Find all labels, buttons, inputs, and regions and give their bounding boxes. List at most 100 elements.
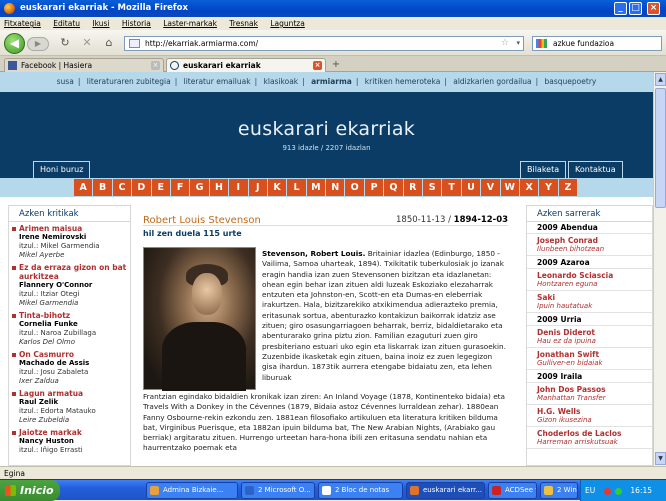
letter-a[interactable]: A [74, 179, 94, 196]
vertical-scrollbar[interactable]: ▲ ▼ [653, 72, 666, 466]
review-item[interactable]: Lagun armatua Raul Zelik itzul.: Edorta Ma… [9, 387, 130, 426]
letter-r[interactable]: R [403, 179, 424, 196]
letter-d[interactable]: D [132, 179, 152, 196]
letter-x[interactable]: X [519, 179, 540, 196]
entry-item[interactable]: Joseph Conrad Ilunbeen bihotzean [527, 235, 652, 257]
home-icon[interactable]: ⌂ [102, 36, 116, 50]
taskbar-button[interactable]: Admina Bizkaie... [146, 482, 238, 499]
letter-i[interactable]: I [229, 179, 249, 196]
letter-f[interactable]: F [170, 179, 191, 196]
back-button[interactable]: ◀ [4, 33, 25, 54]
taskbar-button[interactable]: 2 Bloc de notas [318, 482, 403, 499]
letter-z[interactable]: Z [558, 179, 579, 196]
menu-history[interactable]: Historia [122, 19, 151, 28]
menu-bookmarks[interactable]: Laster-markak [163, 19, 217, 28]
letter-q[interactable]: Q [384, 179, 404, 196]
nav-link-zubitegia[interactable]: literaturaren zubitegia [87, 77, 171, 86]
letter-n[interactable]: N [326, 179, 346, 196]
review-item[interactable]: On Casmurro Machado de Assis itzul.: Josu … [9, 348, 130, 387]
review-item[interactable]: Jaiotze markak Nancy Huston itzul.: Iñigo … [9, 426, 130, 456]
nav-link-gordailua[interactable]: aldizkarien gordailua [453, 77, 531, 86]
search-input[interactable]: azkue fundazioa [532, 36, 662, 51]
letter-g[interactable]: G [190, 179, 210, 196]
entry-item[interactable]: Choderlos de Laclos Harreman arriskutsuak [527, 428, 652, 450]
letter-k[interactable]: K [267, 179, 288, 196]
taskbar-button[interactable]: 2 Windows ... [540, 482, 578, 499]
tab-close-icon[interactable]: × [151, 61, 160, 70]
letter-h[interactable]: H [209, 179, 230, 196]
entry-item[interactable]: John Dos Passos Manhattan Transfer [527, 384, 652, 406]
forward-button[interactable]: ▶ [27, 37, 49, 51]
review-item[interactable]: Tinta-bihotz Cornelia Funke itzul.: Naroa … [9, 309, 130, 348]
entry-item[interactable]: Saki Ipuin hautatuak [527, 292, 652, 314]
taskbar-button-label: euskarari ekarr... [423, 486, 483, 494]
minimize-button[interactable]: _ [614, 2, 627, 15]
letter-u[interactable]: U [461, 179, 482, 196]
nav-link-basquepoetry[interactable]: basquepoetry [545, 77, 597, 86]
contact-button[interactable]: Kontaktua [568, 161, 623, 178]
site-title[interactable]: euskarari ekarriak [0, 118, 653, 140]
tab-facebook[interactable]: Facebook | Hasiera × [4, 58, 164, 72]
entry-item[interactable]: H.G. Wells Gizon ikusezina [527, 406, 652, 428]
letter-l[interactable]: L [287, 179, 307, 196]
letter-m[interactable]: M [306, 179, 327, 196]
nav-link-hemeroteka[interactable]: kritiken hemeroteka [365, 77, 441, 86]
review-item[interactable]: Ez da erraza gizon on bat aurkitzea Flann… [9, 261, 130, 309]
tab-close-icon[interactable]: × [313, 61, 322, 70]
tray-icon[interactable] [603, 487, 611, 495]
reload-icon[interactable]: ↻ [58, 36, 72, 50]
taskbar-button[interactable]: 2 Microsoft O... [241, 482, 315, 499]
taskbar-button[interactable]: euskarari ekarr... [406, 482, 485, 499]
menu-help[interactable]: Laguntza [270, 19, 305, 28]
menu-file[interactable]: Fitxategia [4, 19, 41, 28]
search-button[interactable]: Bilaketa [520, 161, 567, 178]
letter-e[interactable]: E [151, 179, 171, 196]
letter-v[interactable]: V [481, 179, 501, 196]
menu-tools[interactable]: Tresnak [229, 19, 258, 28]
language-indicator[interactable]: EU [585, 486, 595, 495]
scroll-up-icon[interactable]: ▲ [655, 73, 666, 86]
menu-edit[interactable]: Editatu [53, 19, 80, 28]
about-button[interactable]: Honi buruz [33, 161, 91, 178]
site-identity-icon[interactable] [129, 39, 140, 48]
menu-view[interactable]: Ikusi [92, 19, 109, 28]
letter-b[interactable]: B [93, 179, 113, 196]
bookmark-star-icon[interactable]: ☆ [501, 37, 509, 50]
scroll-down-icon[interactable]: ▼ [655, 452, 666, 465]
letter-t[interactable]: T [442, 179, 462, 196]
maximize-button[interactable]: □ [629, 2, 642, 15]
letter-w[interactable]: W [500, 179, 520, 196]
stop-icon[interactable]: ✕ [80, 36, 94, 50]
new-tab-button[interactable]: + [330, 59, 342, 71]
letter-c[interactable]: C [112, 179, 133, 196]
nav-link-klasikoak[interactable]: klasikoak [264, 77, 299, 86]
review-author: Raul Zelik [19, 398, 59, 406]
entry-item[interactable]: Denis Diderot Hau ez da ipuina [527, 327, 652, 349]
entry-item[interactable]: Jonathan Swift Gulliver-en bidaiak [527, 349, 652, 371]
nav-link-emailuak[interactable]: literatur emailuak [184, 77, 251, 86]
taskbar-button[interactable]: ACDSee v3.1... [488, 482, 537, 499]
scroll-thumb[interactable] [655, 88, 666, 208]
letter-s[interactable]: S [423, 179, 443, 196]
url-dropdown-icon[interactable]: ▾ [516, 37, 520, 50]
tab-euskarari-ekarriak[interactable]: euskarari ekarriak × [166, 58, 326, 72]
close-window-button[interactable]: × [647, 2, 660, 15]
start-button[interactable]: Inicio [0, 480, 60, 501]
search-engine-icon[interactable] [536, 39, 547, 48]
author-portrait [143, 247, 256, 391]
review-critic: Mikel Garmendia [19, 299, 79, 307]
entry-month-heading: 2009 Iraila [527, 371, 652, 384]
review-title: Ez da erraza gizon on bat aurkitzea [19, 263, 130, 281]
letter-y[interactable]: Y [539, 179, 559, 196]
nav-link-armiarma[interactable]: armiarma [311, 77, 352, 86]
tray-icon[interactable] [615, 487, 623, 495]
taskbar: Inicio Admina Bizkaie... 2 Microsoft O...… [0, 479, 666, 501]
site-subtitle: 913 idazle / 2207 idazlan [282, 144, 371, 152]
nav-link-susa[interactable]: susa [57, 77, 74, 86]
letter-j[interactable]: J [248, 179, 268, 196]
letter-p[interactable]: P [364, 179, 385, 196]
letter-o[interactable]: O [345, 179, 365, 196]
url-bar[interactable]: http://ekarriak.armiarma.com/ ☆ ▾ [124, 36, 524, 51]
entry-item[interactable]: Leonardo Sciascia Hontzaren eguna [527, 270, 652, 292]
review-item[interactable]: Arimen maisua Irene Nemirovski itzul.: Mik… [9, 222, 130, 261]
